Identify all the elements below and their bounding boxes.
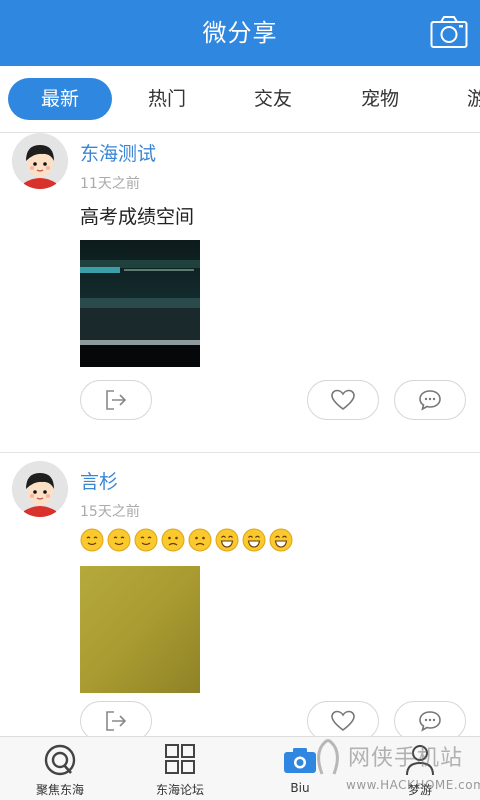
camera-icon	[430, 16, 468, 48]
camera-icon	[284, 748, 316, 773]
post-time: 11天之前	[80, 176, 140, 192]
comment-icon	[419, 711, 441, 732]
smile-emoji-icon	[80, 528, 104, 552]
avatar-cartoon-icon	[12, 133, 68, 189]
post-emoji-row	[80, 528, 296, 554]
avatar[interactable]	[12, 461, 68, 517]
share-button[interactable]	[80, 380, 152, 420]
smile-emoji-icon	[134, 528, 158, 552]
share-icon	[106, 711, 127, 731]
photo-olive	[80, 566, 200, 693]
nav-label: 东海论坛	[155, 783, 204, 797]
avatar[interactable]	[12, 133, 68, 189]
post-photo[interactable]	[80, 566, 200, 693]
post-username[interactable]: 东海测试	[80, 139, 156, 166]
grin-emoji-icon	[269, 528, 293, 552]
post-feed[interactable]: 东海测试 11天之前 高考成绩空间 言杉 15天之前	[0, 133, 480, 736]
nav-forum[interactable]: 东海论坛	[120, 737, 240, 800]
post-photo[interactable]	[80, 240, 200, 367]
tab-latest[interactable]: 最新	[8, 78, 112, 120]
focus-icon	[44, 744, 76, 776]
share-button[interactable]	[80, 701, 152, 736]
nav-label: 梦游	[407, 783, 432, 797]
nav-label: Biu	[290, 781, 310, 795]
bottom-nav: 聚焦东海 东海论坛 Biu 梦游	[0, 736, 480, 800]
tab-more[interactable]: 游	[467, 78, 480, 120]
header-bar: 微分享	[0, 0, 480, 66]
photo-monitor	[80, 240, 200, 367]
comment-icon	[419, 390, 441, 411]
post-item: 东海测试 11天之前 高考成绩空间	[0, 133, 480, 453]
heart-icon	[331, 710, 355, 732]
post-content: 高考成绩空间	[80, 206, 195, 228]
page-title: 微分享	[202, 19, 278, 47]
post-username[interactable]: 言杉	[80, 467, 118, 494]
comment-button[interactable]	[394, 701, 466, 736]
tab-pets[interactable]: 宠物	[328, 78, 432, 120]
share-icon	[106, 390, 127, 410]
avatar-cartoon-icon	[12, 461, 68, 517]
tab-friends[interactable]: 交友	[221, 78, 325, 120]
smile-emoji-icon	[107, 528, 131, 552]
nav-label: 聚焦东海	[35, 783, 84, 797]
comment-button[interactable]	[394, 380, 466, 420]
heart-icon	[331, 389, 355, 411]
like-button[interactable]	[307, 701, 379, 736]
nav-biu[interactable]: Biu	[240, 737, 360, 800]
sad-emoji-icon	[161, 528, 185, 552]
tab-hot[interactable]: 热门	[115, 78, 219, 120]
grin-emoji-icon	[242, 528, 266, 552]
nav-focus-donghai[interactable]: 聚焦东海	[0, 737, 120, 800]
like-button[interactable]	[307, 380, 379, 420]
nav-dream[interactable]: 梦游	[360, 737, 480, 800]
grin-emoji-icon	[215, 528, 239, 552]
app: 微分享 最新 热门 交友 宠物 游 东海测试 11天之前 高考成绩空间 言杉 1…	[0, 0, 480, 800]
post-divider	[0, 452, 480, 453]
camera-button[interactable]	[430, 15, 468, 49]
post-time: 15天之前	[80, 504, 140, 520]
grid-icon	[165, 744, 195, 774]
person-icon	[406, 745, 434, 776]
category-tabs: 最新 热门 交友 宠物 游	[0, 66, 480, 133]
post-item: 言杉 15天之前	[0, 461, 480, 736]
sad-emoji-icon	[188, 528, 212, 552]
